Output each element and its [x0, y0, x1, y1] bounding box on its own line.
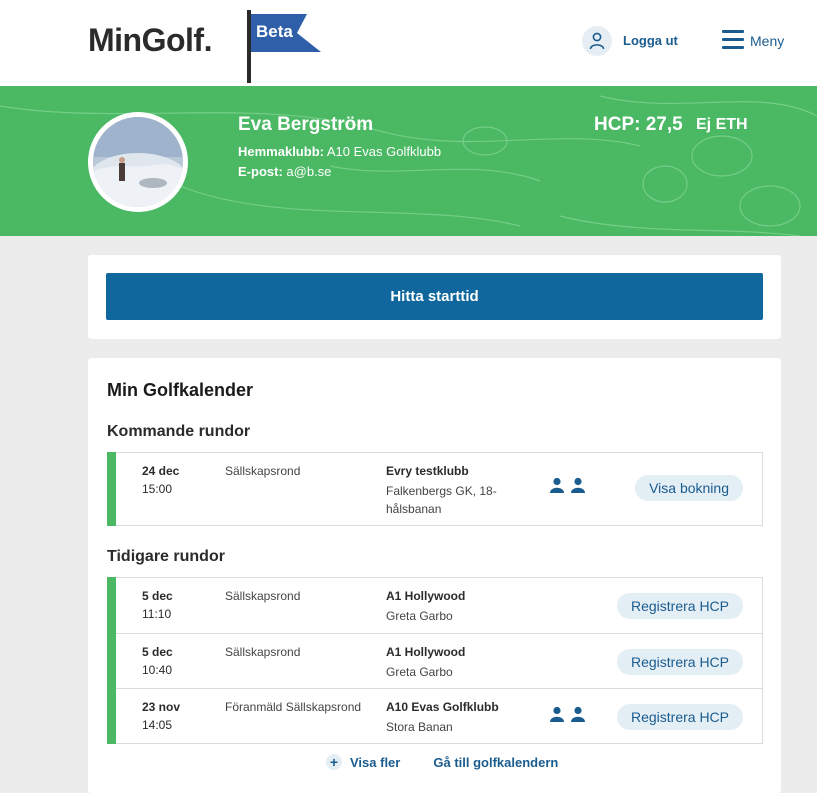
home-club: Hemmaklubb: A10 Evas Golfklubb	[238, 144, 442, 159]
player-icon	[571, 706, 585, 722]
round-club: A1 Hollywood	[386, 645, 466, 659]
plus-icon[interactable]: +	[326, 754, 342, 770]
user-icon	[589, 32, 605, 50]
past-rounds-list: 5 dec 11:10 Sällskapsrond A1 Hollywood G…	[107, 577, 763, 744]
round-course: Stora Banan	[386, 720, 453, 734]
round-club: A10 Evas Golfklubb	[386, 700, 499, 714]
register-hcp-button[interactable]: Registrera HCP	[616, 704, 743, 730]
handicap-value: HCP: 27,5	[594, 114, 683, 135]
round-row: 24 dec 15:00 Sällskapsrond Evry testklub…	[107, 452, 762, 526]
beta-label: Beta	[256, 22, 293, 41]
round-time: 11:10	[142, 607, 172, 621]
golf-calendar-card: Min Golfkalender Kommande rundor 24 dec …	[88, 358, 781, 793]
round-date: 5 dec	[142, 589, 173, 603]
profile-banner: Eva Bergström Hemmaklubb: A10 Evas Golfk…	[0, 86, 817, 236]
round-row: 5 dec 10:40 Sällskapsrond A1 Hollywood G…	[107, 633, 762, 689]
register-hcp-button[interactable]: Registrera HCP	[616, 649, 743, 675]
find-tee-time-button[interactable]: Hitta starttid	[106, 273, 763, 320]
player-icon	[550, 706, 564, 722]
round-type: Sällskapsrond	[225, 589, 301, 603]
round-time: 15:00	[142, 482, 173, 496]
user-icon-button[interactable]	[582, 26, 612, 56]
players-icons	[549, 706, 586, 722]
logo[interactable]: MinGolf.	[88, 22, 212, 59]
view-booking-button[interactable]: Visa bokning	[635, 475, 743, 501]
eth-status: Ej ETH	[696, 116, 748, 133]
avatar-photo	[93, 117, 183, 207]
round-row: 23 nov 14:05 Föranmäld Sällskapsrond A10…	[107, 688, 762, 744]
calendar-footer-links: + Visa fler Gå till golfkalendern	[326, 754, 558, 770]
hamburger-menu-icon[interactable]	[722, 30, 744, 49]
upcoming-rounds-title: Kommande rundor	[107, 423, 251, 440]
logout-link[interactable]: Logga ut	[623, 33, 678, 48]
register-hcp-button[interactable]: Registrera HCP	[616, 593, 743, 619]
round-type: Sällskapsrond	[225, 464, 301, 478]
round-course: Greta Garbo	[386, 665, 453, 679]
player-icon	[571, 477, 585, 493]
avatar	[88, 112, 188, 212]
top-bar: MinGolf. Beta Logga ut Meny	[0, 0, 817, 86]
past-rounds-title: Tidigare rundor	[107, 548, 225, 565]
round-date: 23 nov	[142, 700, 181, 714]
menu-button[interactable]: Meny	[750, 33, 784, 49]
round-club: A1 Hollywood	[386, 589, 466, 603]
email: E-post: a@b.se	[238, 164, 332, 179]
go-to-calendar-link[interactable]: Gå till golfkalendern	[433, 755, 558, 770]
player-icon	[550, 477, 564, 493]
round-type: Sällskapsrond	[225, 645, 301, 659]
round-date: 5 dec	[142, 645, 173, 659]
round-course: Falkenbergs GK, 18-hålsbanan	[386, 484, 497, 516]
round-time: 10:40	[142, 663, 173, 677]
round-status-bar	[107, 688, 116, 744]
round-time: 14:05	[142, 718, 173, 732]
profile-name: Eva Bergström	[238, 114, 374, 135]
round-course: Greta Garbo	[386, 609, 453, 623]
upcoming-rounds-list: 24 dec 15:00 Sällskapsrond Evry testklub…	[107, 452, 763, 526]
show-more-link[interactable]: Visa fler	[350, 755, 400, 770]
round-date: 24 dec	[142, 464, 180, 478]
calendar-title: Min Golfkalender	[107, 380, 254, 400]
players-icons	[549, 477, 586, 493]
round-status-bar	[107, 633, 116, 689]
round-type: Föranmäld Sällskapsrond	[225, 700, 362, 714]
round-status-bar	[107, 577, 116, 634]
round-row: 5 dec 11:10 Sällskapsrond A1 Hollywood G…	[107, 577, 762, 634]
find-tee-time-card: Hitta starttid	[88, 255, 781, 339]
round-status-bar	[107, 452, 116, 526]
round-club: Evry testklubb	[386, 464, 469, 478]
